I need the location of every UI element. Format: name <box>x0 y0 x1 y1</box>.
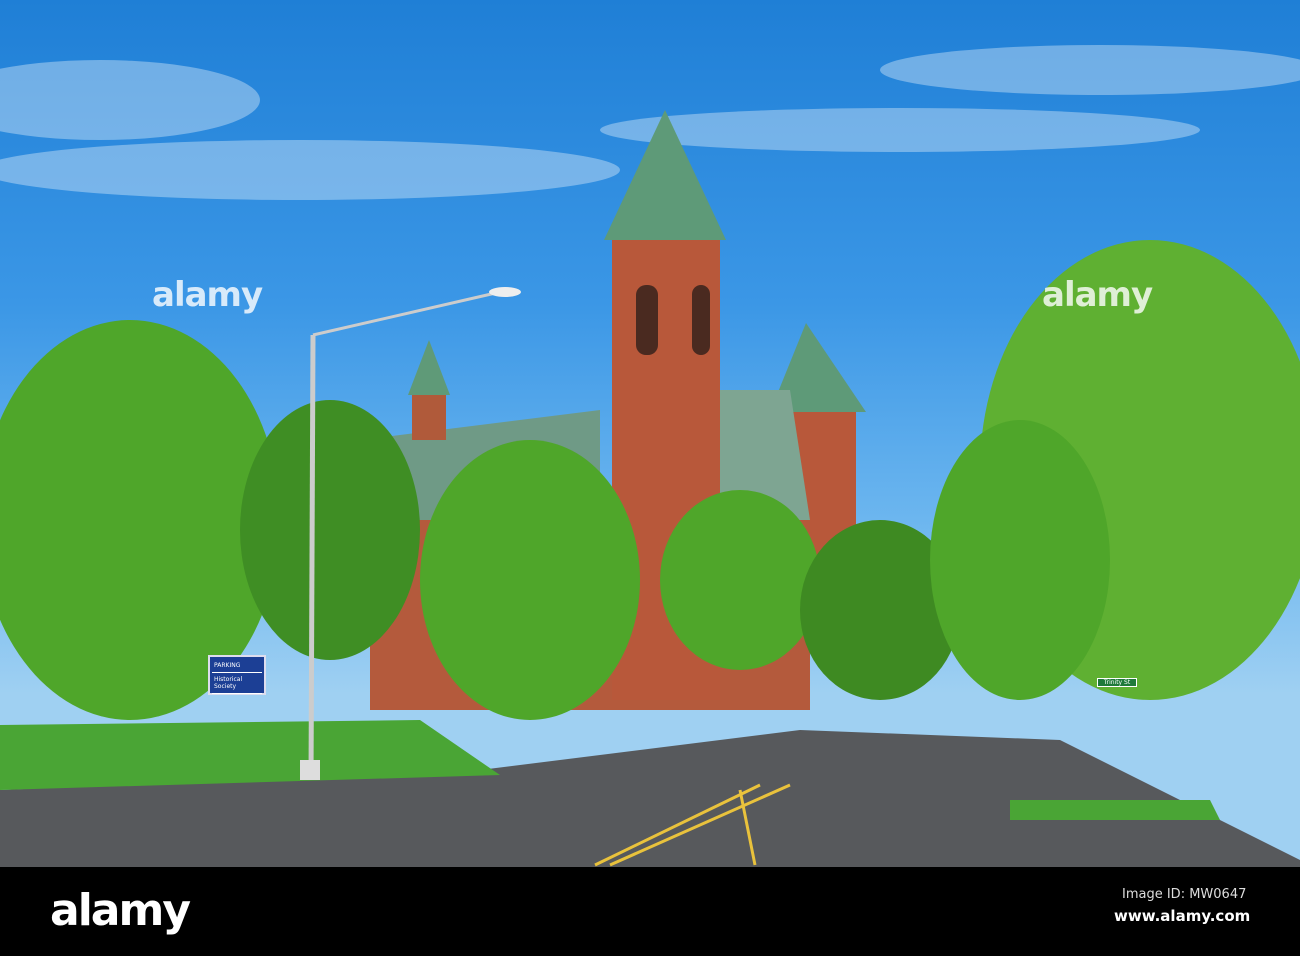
photo: alamy alamy PARKING Historical Society T… <box>0 0 1300 867</box>
sign-line-parking: PARKING <box>212 659 262 673</box>
site-url: www.alamy.com <box>1114 907 1251 925</box>
watermark: alamy <box>152 275 263 315</box>
image-id: Image ID: MW0647 <box>1122 887 1247 902</box>
footer-bar: alamy Image ID: MW0647 www.alamy.com <box>0 867 1300 956</box>
road <box>0 720 1300 867</box>
parking-sign: PARKING Historical Society <box>208 655 266 695</box>
street-sign: Trinity St <box>1097 678 1137 687</box>
watermark: alamy <box>1042 275 1153 315</box>
scene <box>0 45 1300 867</box>
sign-line-historical-society: Historical Society <box>212 673 262 694</box>
alamy-logo: alamy <box>50 885 191 936</box>
